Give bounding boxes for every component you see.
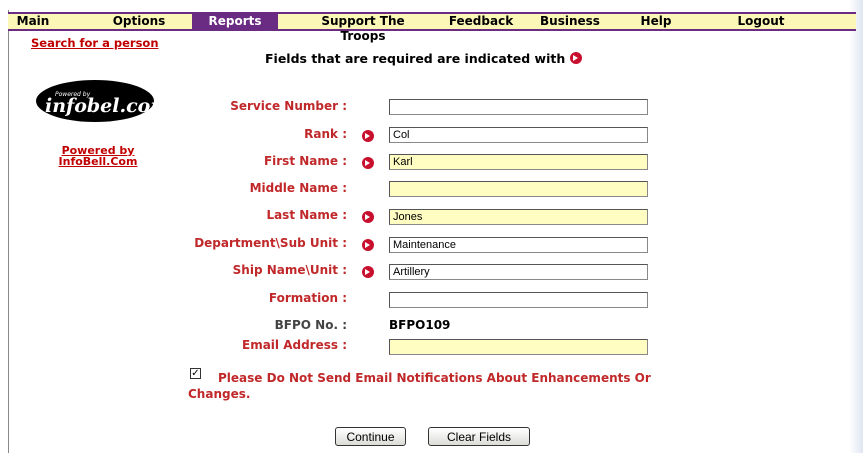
nav-main[interactable]: Main (8, 14, 58, 29)
rank-input[interactable] (389, 127, 648, 143)
ship-name-label: Ship Name\Unit : (232, 263, 347, 277)
nav-support-the-troops[interactable]: Support The Troops (298, 14, 428, 43)
department-input[interactable] (389, 237, 648, 253)
rank-label: Rank : (304, 127, 347, 141)
no-email-notifications-checkbox[interactable]: ✓ (190, 368, 201, 379)
department-label: Department\Sub Unit : (194, 236, 347, 250)
service-number-input[interactable] (389, 99, 648, 115)
ship-name-input[interactable] (389, 264, 648, 280)
continue-button[interactable]: Continue (335, 427, 406, 446)
nav-options[interactable]: Options (106, 14, 172, 29)
page: Main Options Reports Support The Troops … (0, 0, 863, 453)
middle-name-label: Middle Name : (249, 181, 347, 195)
last-name-label: Last Name : (266, 208, 347, 222)
nav-reports[interactable]: Reports (192, 14, 278, 29)
formation-label: Formation : (268, 291, 347, 305)
notify-label-line1: Please Do Not Send Email Notifications A… (218, 371, 651, 385)
first-name-input[interactable] (389, 154, 648, 170)
email-label: Email Address : (242, 338, 347, 352)
first-name-required-icon (362, 157, 374, 169)
last-name-required-icon (362, 211, 374, 223)
bfpo-label: BFPO No. : (274, 318, 347, 332)
search-person-link[interactable]: Search for a person (31, 36, 159, 50)
left-border (8, 10, 9, 453)
notify-label-line2: Changes. (188, 387, 251, 401)
logo-text: infobel.com (45, 95, 155, 117)
window-edge (849, 0, 863, 453)
first-name-label: First Name : (263, 154, 347, 168)
main-nav: Main Options Reports Support The Troops … (8, 12, 856, 43)
formation-input[interactable] (389, 292, 648, 308)
nav-help[interactable]: Help (636, 14, 676, 29)
clear-fields-button[interactable]: Clear Fields (428, 427, 530, 446)
bfpo-value: BFPO109 (389, 318, 451, 332)
powered-by-link[interactable]: Powered by InfoBell.Com (48, 145, 148, 167)
ship-name-required-icon (362, 266, 374, 278)
required-heading: Fields that are required are indicated w… (265, 51, 582, 66)
service-number-label: Service Number : (230, 99, 347, 113)
rank-required-icon (362, 130, 374, 142)
department-required-icon (362, 239, 374, 251)
nav-feedback[interactable]: Feedback (445, 14, 517, 29)
email-input[interactable] (389, 339, 648, 355)
required-heading-text: Fields that are required are indicated w… (265, 51, 566, 66)
infobel-logo[interactable]: Powered by infobel.com (35, 79, 155, 123)
middle-name-input[interactable] (389, 181, 648, 197)
required-arrow-icon (569, 52, 582, 64)
nav-logout[interactable]: Logout (734, 14, 788, 29)
last-name-input[interactable] (389, 209, 648, 225)
nav-business[interactable]: Business (537, 14, 603, 29)
